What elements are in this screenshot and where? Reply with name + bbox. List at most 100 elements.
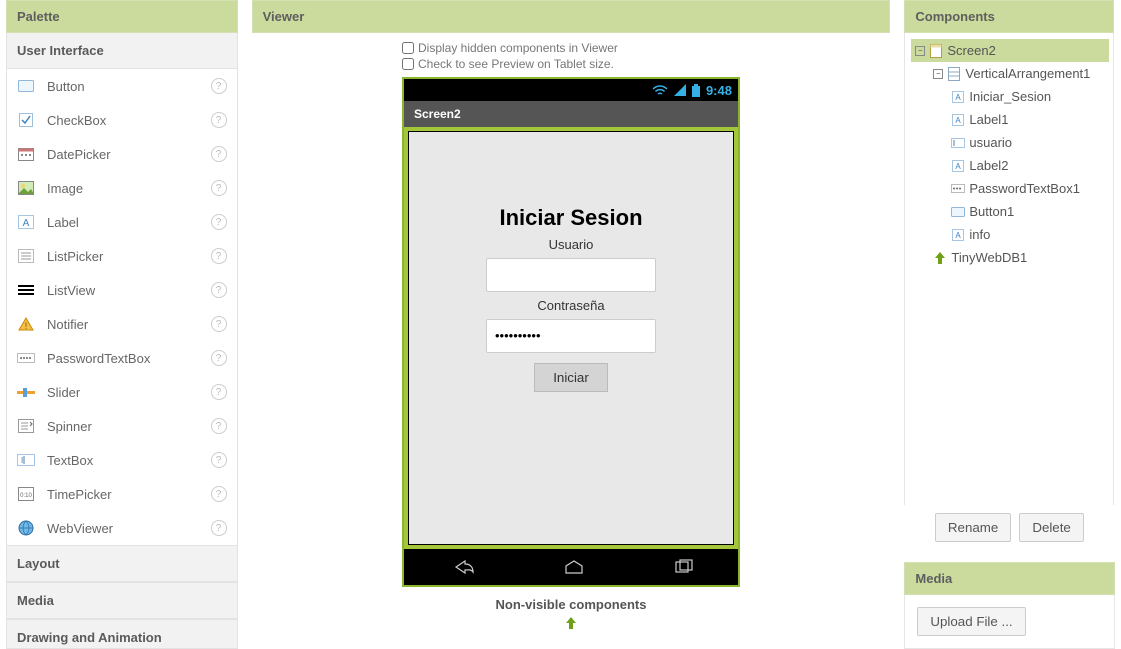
palette-category-layout[interactable]: Layout [7, 545, 237, 582]
help-icon[interactable]: ? [211, 78, 227, 94]
password-icon [951, 182, 965, 196]
status-time: 9:48 [706, 83, 732, 98]
palette-category-user-interface[interactable]: User Interface [7, 33, 237, 69]
help-icon[interactable]: ? [211, 520, 227, 536]
components-buttons: Rename Delete [904, 505, 1114, 550]
palette-item-notifier[interactable]: ! Notifier ? [7, 307, 237, 341]
help-icon[interactable]: ? [211, 316, 227, 332]
user-input[interactable] [486, 258, 656, 292]
tablet-preview-checkbox[interactable] [402, 58, 414, 70]
tree-item-iniciar-sesion[interactable]: A Iniciar_Sesion [947, 85, 1109, 108]
palette-item-label: TimePicker [47, 487, 199, 502]
login-button[interactable]: Iniciar [534, 363, 608, 392]
rename-button[interactable]: Rename [935, 513, 1011, 542]
label-icon: A [951, 159, 965, 173]
hidden-components-checkbox[interactable] [402, 42, 414, 54]
tree-item-info[interactable]: Ainfo [947, 223, 1109, 246]
tree-item-label2[interactable]: A Label2 [947, 154, 1109, 177]
svg-text:A: A [956, 162, 962, 171]
components-tree: − Screen2 − VerticalArrangement1 [904, 33, 1114, 505]
nonvisible-component-icon[interactable] [564, 616, 578, 630]
palette-item-listpicker[interactable]: ListPicker ? [7, 239, 237, 273]
label-icon: A [17, 213, 35, 231]
app-heading-label[interactable]: Iniciar Sesion [499, 205, 642, 231]
help-icon[interactable]: ? [211, 350, 227, 366]
textbox-icon [951, 136, 965, 150]
textbox-icon: I [17, 451, 35, 469]
palette-item-password[interactable]: PasswordTextBox ? [7, 341, 237, 375]
palette-category-drawing[interactable]: Drawing and Animation [7, 619, 237, 649]
tree-item-label: Iniciar_Sesion [969, 89, 1051, 104]
back-icon[interactable] [447, 559, 475, 575]
svg-text:A: A [956, 231, 962, 240]
help-icon[interactable]: ? [211, 418, 227, 434]
palette-item-slider[interactable]: Slider ? [7, 375, 237, 409]
palette-category-media[interactable]: Media [7, 582, 237, 619]
palette-item-label: PasswordTextBox [47, 351, 199, 366]
palette-item-checkbox[interactable]: CheckBox ? [7, 103, 237, 137]
tree-item-tinywebdb1[interactable]: TinyWebDB1 [929, 246, 1109, 269]
delete-button[interactable]: Delete [1019, 513, 1084, 542]
collapse-icon[interactable]: − [933, 69, 943, 79]
tree-item-screen2[interactable]: − Screen2 [911, 39, 1109, 62]
viewer-option-hidden[interactable]: Display hidden components in Viewer [402, 41, 740, 55]
help-icon[interactable]: ? [211, 146, 227, 162]
webviewer-icon [17, 519, 35, 537]
viewer-option-tablet[interactable]: Check to see Preview on Tablet size. [402, 57, 740, 71]
tree-item-verticalarrangement1[interactable]: − VerticalArrangement1 [929, 62, 1109, 85]
tree-item-label1[interactable]: A Label1 [947, 108, 1109, 131]
palette-item-datepicker[interactable]: DatePicker ? [7, 137, 237, 171]
tree-item-usuario[interactable]: usuario [947, 131, 1109, 154]
help-icon[interactable]: ? [211, 214, 227, 230]
help-icon[interactable]: ? [211, 452, 227, 468]
palette-item-label: Spinner [47, 419, 199, 434]
palette-item-label: Label [47, 215, 199, 230]
palette-item-spinner[interactable]: Spinner ? [7, 409, 237, 443]
user-label[interactable]: Usuario [549, 237, 594, 252]
password-input[interactable] [486, 319, 656, 353]
palette-item-listview[interactable]: ListView ? [7, 273, 237, 307]
palette-item-webviewer[interactable]: WebViewer ? [7, 511, 237, 545]
tree-item-label: Label1 [969, 112, 1008, 127]
screen-title-bar: Screen2 [404, 101, 738, 127]
screen-icon [929, 44, 943, 58]
help-icon[interactable]: ? [211, 248, 227, 264]
tree-item-label: PasswordTextBox1 [969, 181, 1080, 196]
help-icon[interactable]: ? [211, 180, 227, 196]
tree-item-button1[interactable]: Button1 [947, 200, 1109, 223]
viewer-title: Viewer [252, 0, 891, 33]
help-icon[interactable]: ? [211, 384, 227, 400]
label-icon: A [951, 113, 965, 127]
palette-item-label: ListPicker [47, 249, 199, 264]
palette-item-timepicker[interactable]: 0:10 TimePicker ? [7, 477, 237, 511]
viewer-option-tablet-label: Check to see Preview on Tablet size. [418, 57, 614, 71]
recent-icon[interactable] [673, 559, 695, 575]
help-icon[interactable]: ? [211, 282, 227, 298]
image-icon [17, 179, 35, 197]
battery-icon [692, 84, 700, 97]
vertical-arrangement[interactable]: Iniciar Sesion Usuario Contraseña Inicia… [408, 131, 734, 545]
media-body: Upload File ... [904, 595, 1115, 649]
tree-item-label: usuario [969, 135, 1012, 150]
upload-file-button[interactable]: Upload File ... [917, 607, 1025, 636]
vertical-arrangement-icon [947, 67, 961, 81]
help-icon[interactable]: ? [211, 112, 227, 128]
viewer-panel: Viewer Display hidden components in View… [252, 0, 891, 649]
help-icon[interactable]: ? [211, 486, 227, 502]
palette-item-label: ListView [47, 283, 199, 298]
palette-item-label: Image [47, 181, 199, 196]
tree-item-label: Label2 [969, 158, 1008, 173]
palette-item-label[interactable]: A Label ? [7, 205, 237, 239]
listpicker-icon [17, 247, 35, 265]
password-label[interactable]: Contraseña [537, 298, 604, 313]
palette-body: User Interface Button ? CheckBox ? DateP… [6, 33, 238, 649]
palette-item-image[interactable]: Image ? [7, 171, 237, 205]
palette-item-button[interactable]: Button ? [7, 69, 237, 103]
palette-item-textbox[interactable]: I TextBox ? [7, 443, 237, 477]
tree-item-passwordtextbox1[interactable]: PasswordTextBox1 [947, 177, 1109, 200]
collapse-icon[interactable]: − [915, 46, 925, 56]
password-icon [17, 349, 35, 367]
screen-area[interactable]: Iniciar Sesion Usuario Contraseña Inicia… [404, 127, 738, 549]
svg-text:A: A [956, 93, 962, 102]
home-icon[interactable] [562, 559, 586, 575]
